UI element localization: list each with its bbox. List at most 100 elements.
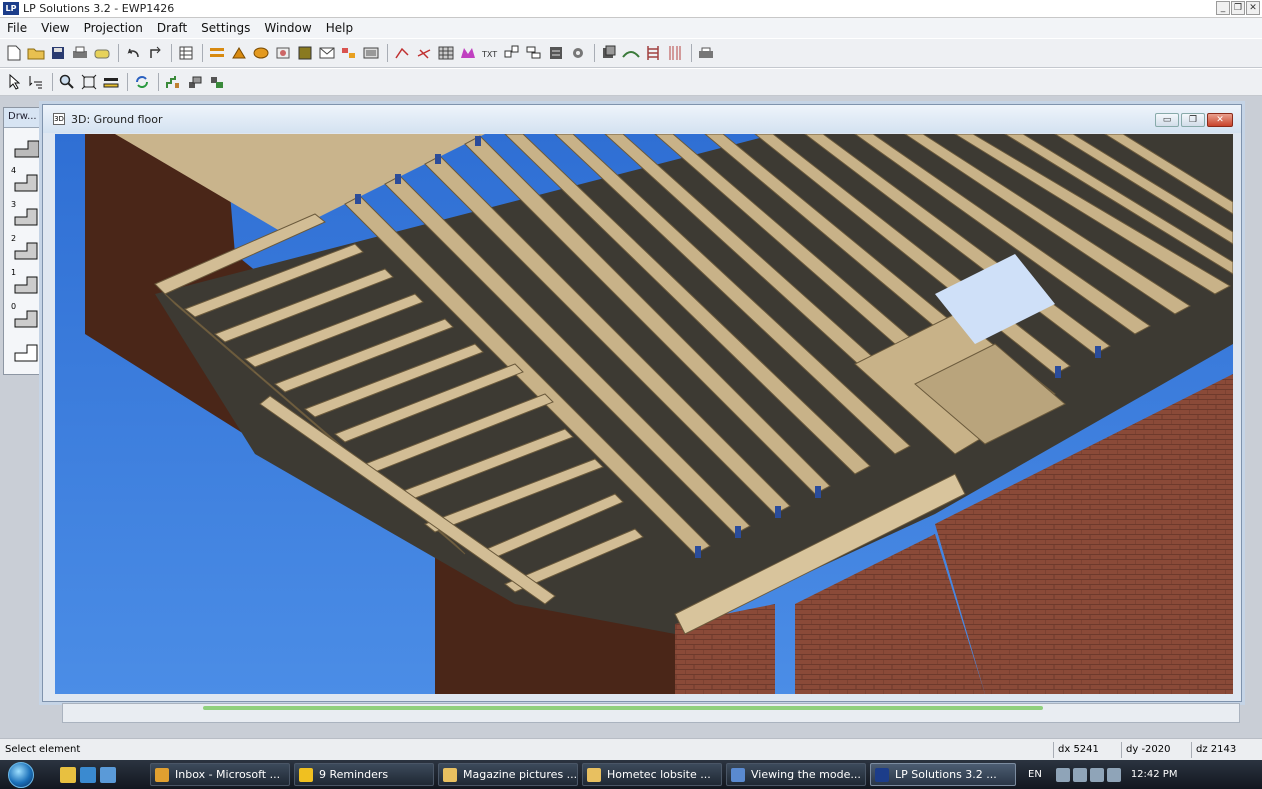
table-icon[interactable] — [176, 43, 196, 63]
rebar-icon[interactable] — [665, 43, 685, 63]
line-red-icon[interactable] — [392, 43, 412, 63]
menu-view[interactable]: View — [34, 21, 76, 35]
zoom-extents-icon[interactable] — [79, 72, 99, 92]
status-bar: Select element dx 5241 dy -2020 dz 2143 — [0, 738, 1262, 760]
redo-icon[interactable] — [145, 43, 165, 63]
column-icon[interactable] — [599, 43, 619, 63]
joist-icon[interactable] — [229, 43, 249, 63]
view-minimize-button[interactable]: ▭ — [1155, 113, 1179, 127]
taskbar-item-hometec[interactable]: Hometec lobsite ... — [582, 763, 722, 786]
print-icon[interactable] — [70, 43, 90, 63]
explorer-icon[interactable] — [100, 766, 116, 783]
floor-level-4-button[interactable]: 4 — [11, 166, 41, 196]
coord-dz: dz 2143 — [1191, 741, 1253, 758]
floor-level-icon — [14, 174, 38, 192]
stack-icon[interactable] — [568, 43, 588, 63]
taskbar-item-label: Hometec lobsite ... — [607, 768, 711, 781]
menu-draft[interactable]: Draft — [150, 21, 194, 35]
window-title: LP Solutions 3.2 - EWP1426 — [23, 2, 175, 15]
panel-icon[interactable] — [361, 43, 381, 63]
text-icon[interactable]: TXT — [480, 43, 500, 63]
floor-2-icon[interactable] — [185, 72, 205, 92]
dimension-icon[interactable] — [502, 43, 522, 63]
zoom-icon[interactable] — [57, 72, 77, 92]
new-file-icon[interactable] — [4, 43, 24, 63]
beam-icon[interactable] — [207, 43, 227, 63]
toolbar-separator — [387, 44, 388, 62]
restore-button[interactable]: ❐ — [1231, 1, 1245, 15]
line-angle-icon[interactable] — [414, 43, 434, 63]
floor-level-icon — [14, 310, 38, 328]
clock[interactable]: 12:42 PM — [1131, 769, 1178, 780]
minimize-button[interactable]: _ — [1216, 1, 1230, 15]
tray-network-icon[interactable] — [1055, 767, 1070, 782]
taskbar-item-magazine[interactable]: Magazine pictures ... — [438, 763, 578, 786]
save-icon[interactable] — [48, 43, 68, 63]
undo-icon[interactable] — [123, 43, 143, 63]
status-message: Select element — [5, 744, 81, 755]
grid-icon[interactable] — [436, 43, 456, 63]
tray-security-icon[interactable] — [1072, 767, 1087, 782]
toolbar-separator — [202, 44, 203, 62]
taskbar-item-reminders[interactable]: 9 Reminders — [294, 763, 434, 786]
toolbar-separator — [171, 44, 172, 62]
menu-projection[interactable]: Projection — [77, 21, 150, 35]
ladder-icon[interactable] — [643, 43, 663, 63]
print-layout-icon[interactable] — [696, 43, 716, 63]
view-restore-button[interactable]: ❐ — [1181, 113, 1205, 127]
taskbar-item-label: LP Solutions 3.2 ... — [895, 768, 997, 781]
magenta-shape-icon[interactable] — [458, 43, 478, 63]
taskbar-item-viewing[interactable]: Viewing the mode... — [726, 763, 866, 786]
rim-icon[interactable] — [273, 43, 293, 63]
floor-level-3-button[interactable]: 3 — [11, 200, 41, 230]
windows-taskbar: Inbox - Microsoft ... 9 Reminders Magazi… — [0, 760, 1262, 789]
menu-help[interactable]: Help — [319, 21, 360, 35]
hanger-icon[interactable] — [251, 43, 271, 63]
language-indicator[interactable]: EN — [1028, 769, 1042, 780]
floor-level-1-button[interactable]: 1 — [11, 268, 41, 298]
toolbar-separator — [158, 73, 159, 91]
taskbar-item-inbox[interactable]: Inbox - Microsoft ... — [150, 763, 290, 786]
close-button[interactable]: ✕ — [1246, 1, 1260, 15]
toolbar-separator — [691, 44, 692, 62]
view-3d-title: 3D: Ground floor — [71, 112, 163, 126]
envelope-icon[interactable] — [317, 43, 337, 63]
select-filter-icon[interactable] — [26, 72, 46, 92]
tray-volume-icon[interactable] — [1106, 767, 1121, 782]
gear-icon[interactable] — [546, 43, 566, 63]
browser-icon[interactable] — [80, 766, 96, 783]
menu-settings[interactable]: Settings — [194, 21, 257, 35]
bridge-icon[interactable] — [621, 43, 641, 63]
menu-window[interactable]: Window — [257, 21, 318, 35]
wall-icon[interactable] — [295, 43, 315, 63]
print-preview-icon[interactable] — [92, 43, 112, 63]
floor-level-0-button[interactable]: 0 — [11, 302, 41, 332]
start-button[interactable] — [0, 760, 40, 789]
menu-file[interactable]: File — [0, 21, 34, 35]
show-desktop-icon[interactable] — [60, 766, 76, 783]
pan-icon[interactable] — [101, 72, 121, 92]
scroll-thumb[interactable] — [203, 706, 1043, 710]
view-3d-title-bar: 3D 3D: Ground floor ▭ ❐ ✕ — [43, 105, 1241, 133]
roof-icon[interactable] — [339, 43, 359, 63]
layers-icon[interactable] — [524, 43, 544, 63]
floor-level-2-button[interactable]: 2 — [11, 234, 41, 264]
tray-sync-icon[interactable] — [1089, 767, 1104, 782]
select-pointer-icon[interactable] — [4, 72, 24, 92]
view-3d-canvas[interactable] — [55, 134, 1233, 694]
folder-icon — [587, 767, 601, 782]
lp-app-icon — [875, 767, 889, 782]
view-close-button[interactable]: ✕ — [1207, 113, 1233, 127]
open-folder-icon[interactable] — [26, 43, 46, 63]
floor-stair-icon[interactable] — [163, 72, 183, 92]
app-title-bar: LP LP Solutions 3.2 - EWP1426 _ ❐ ✕ — [0, 0, 1262, 18]
view-toolbar — [0, 68, 1262, 96]
floor-3-icon[interactable] — [207, 72, 227, 92]
windows-logo-icon — [8, 762, 34, 788]
foundation-level-button[interactable] — [11, 338, 41, 366]
svg-text:TXT: TXT — [481, 50, 497, 59]
floor-level-roof-button[interactable] — [11, 134, 41, 162]
taskbar-item-lp-solutions[interactable]: LP Solutions 3.2 ... — [870, 763, 1016, 786]
rotate-icon[interactable] — [132, 72, 152, 92]
view-horizontal-scrollbar[interactable] — [62, 703, 1240, 723]
